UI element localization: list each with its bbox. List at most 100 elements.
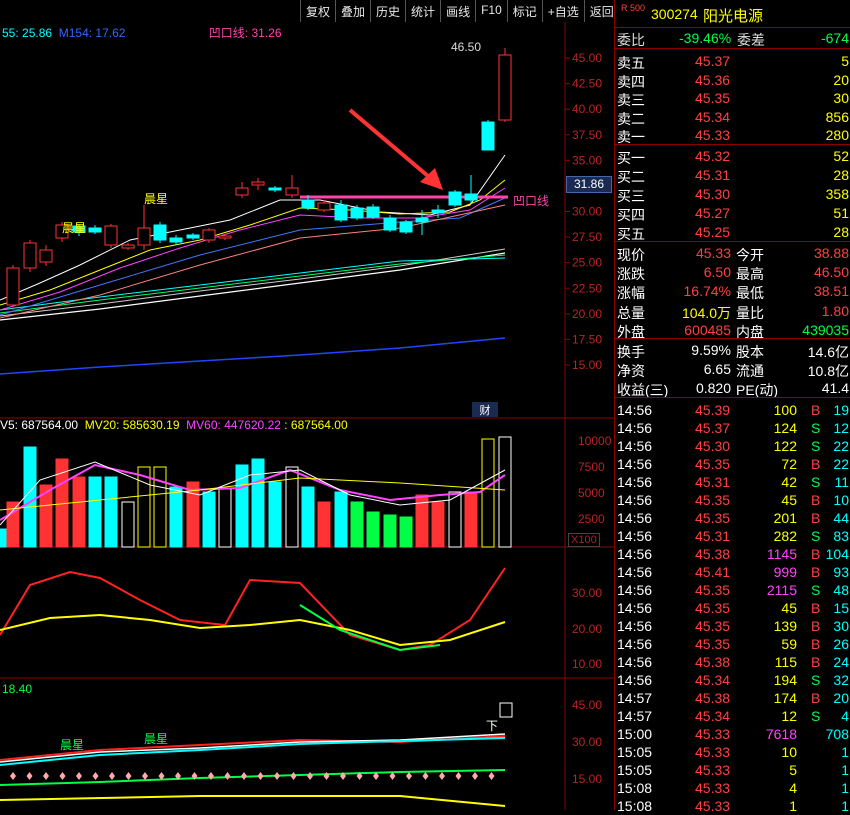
ind2-axis-label: 10.00	[572, 657, 602, 671]
candle-body	[317, 202, 331, 211]
weibi-label: 委比	[617, 32, 645, 48]
bid-price: 45.31	[695, 167, 731, 183]
tick-count: 22	[833, 456, 849, 472]
ind3-candle	[499, 702, 513, 718]
bid-volume: 28	[833, 167, 849, 183]
chart-canvas[interactable]: 45.0042.5040.0037.5035.0032.5030.0027.50…	[0, 22, 614, 810]
tick-row: 14:56 45.41 999 B 93	[615, 563, 850, 581]
candle-body	[415, 217, 429, 223]
tick-row: 14:56 45.38 115 B 24	[615, 653, 850, 671]
candle-body	[88, 227, 102, 233]
candle-body	[334, 204, 348, 221]
weibi-row: 委比 -39.46% 委差 -674	[615, 29, 850, 48]
stat-value: 16.74%	[683, 283, 731, 300]
tick-price: 45.38	[695, 654, 731, 670]
ask-row: 卖一 45.33 280	[615, 126, 850, 145]
tick-row: 15:08 45.33 1 1	[615, 797, 850, 815]
weicha-value: -674	[820, 30, 849, 46]
toolbar-btn-4[interactable]: 画线	[440, 0, 475, 22]
price-axis-label: 27.50	[572, 230, 602, 244]
volume-bar	[218, 488, 232, 548]
candle-body	[6, 267, 20, 306]
stat-row: 现价 45.33 今开 38.88	[615, 244, 850, 263]
bid-label: 买四	[617, 207, 645, 223]
ask-row: 卖五 45.37 5	[615, 52, 850, 71]
toolbar-btn-2[interactable]: 历史	[370, 0, 405, 22]
toolbar-btn-7[interactable]: +自选	[541, 0, 584, 22]
tick-price: 45.35	[695, 636, 731, 652]
tick-row: 14:56 45.30 122 S 22	[615, 437, 850, 455]
price-axis-label: 15.00	[572, 358, 602, 372]
tick-row: 14:56 45.38 1145 B 104	[615, 545, 850, 563]
bid-label: 买一	[617, 150, 645, 166]
stock-code: 300274	[651, 6, 698, 22]
candle-body	[153, 224, 167, 241]
tick-time: 14:56	[617, 402, 653, 418]
tick-volume: 45	[781, 492, 797, 508]
tick-row: 14:56 45.31 282 S 83	[615, 527, 850, 545]
tick-direction: S	[811, 528, 821, 544]
ind3-diamond	[26, 772, 33, 780]
stat-row: 涨跌 6.50 最高 46.50	[615, 263, 850, 282]
candle-body	[23, 242, 37, 269]
toolbar-btn-6[interactable]: 标记	[506, 0, 542, 22]
tick-row: 15:05 45.33 5 1	[615, 761, 850, 779]
volume-bar	[334, 491, 348, 548]
ask-row: 卖四 45.36 20	[615, 71, 850, 90]
tick-price: 45.34	[695, 672, 731, 688]
candle-body	[251, 181, 265, 186]
stat-value: 45.33	[695, 245, 731, 261]
candle-body	[285, 187, 299, 196]
price-axis-label: 25.00	[572, 256, 602, 270]
tick-time: 15:08	[617, 798, 653, 814]
tick-count: 1	[841, 744, 849, 760]
tick-direction: S	[811, 708, 821, 724]
ma-line-green	[0, 254, 506, 314]
earnings-marker[interactable]: 财	[472, 402, 498, 417]
tick-volume: 45	[781, 600, 797, 616]
ask-volume: 5	[841, 53, 849, 69]
ind3-diamond	[257, 772, 264, 780]
tick-direction: B	[811, 600, 821, 616]
toolbar-btn-1[interactable]: 叠加	[335, 0, 370, 22]
candle-body	[235, 187, 249, 196]
tick-price: 45.39	[695, 402, 731, 418]
tick-direction: B	[811, 654, 821, 670]
tick-direction: B	[811, 636, 821, 652]
tick-volume: 1145	[766, 546, 797, 562]
candle-body	[366, 206, 380, 218]
ma10-line	[0, 179, 506, 306]
tick-time: 14:56	[617, 510, 653, 526]
toolbar-btn-0[interactable]: 复权	[300, 0, 335, 22]
ask-price: 45.36	[695, 71, 731, 88]
tick-price: 45.35	[695, 492, 731, 508]
stat-label: 总量	[617, 304, 645, 321]
toolbar-btn-3[interactable]: 统计	[405, 0, 440, 22]
tick-volume: 59	[781, 636, 797, 652]
ask-price: 45.35	[695, 90, 731, 106]
tick-count: 15	[833, 600, 849, 616]
tick-price: 45.33	[695, 744, 731, 760]
candle-body	[399, 221, 413, 233]
indicator3-legend: 18.40	[2, 682, 33, 696]
ma30-line	[0, 197, 506, 316]
tick-direction: S	[811, 582, 821, 598]
stat-label: 涨幅	[617, 285, 645, 302]
tick-time: 14:56	[617, 636, 653, 652]
bid-price: 45.25	[695, 224, 731, 240]
aokou-legend: 凹口线: 31.26	[208, 26, 282, 40]
volume-bar	[121, 501, 135, 548]
kline-chart-pane[interactable]: 复权 叠加 历史 统计 画线 F10 标记 +自选 返回 45.00 42.50 40.00 37.5…	[0, 0, 614, 810]
toolbar-btn-5[interactable]: F10	[475, 0, 507, 22]
tick-count: 1	[841, 798, 849, 814]
bid-row: 买一 45.32 52	[615, 147, 850, 166]
volume-bar	[464, 491, 478, 548]
tick-volume: 5	[789, 762, 797, 778]
v5-legend: V5: 687564.00	[0, 418, 79, 432]
candle-body	[498, 54, 512, 121]
bid-row: 买三 45.30 358	[615, 185, 850, 204]
ask-volume: 30	[833, 90, 849, 106]
ind2-fast	[0, 567, 506, 652]
tick-time: 14:56	[617, 618, 653, 634]
tick-price: 45.35	[695, 600, 731, 616]
